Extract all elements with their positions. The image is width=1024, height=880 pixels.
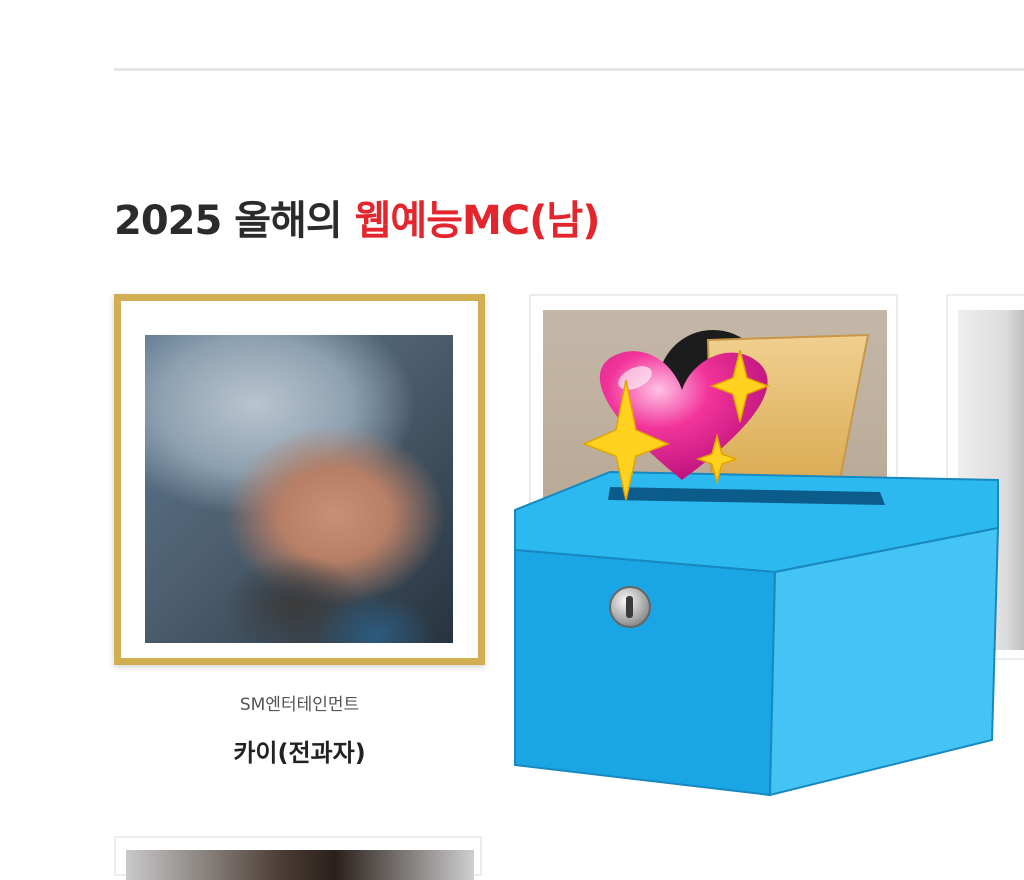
ballot-box-heart-icon: [500, 320, 1010, 800]
section-title-prefix: 2025 올해의: [114, 198, 355, 244]
top-divider: [114, 68, 1024, 71]
candidate-agency: SM엔터테인먼트: [239, 695, 360, 715]
ballot-box-front: [514, 548, 777, 797]
candidate-photo: [145, 335, 453, 643]
candidate-photo: [126, 850, 474, 880]
candidate-name: 카이(전과자): [233, 739, 366, 767]
candidate-card-selected[interactable]: [114, 294, 485, 665]
section-title-accent: 웹예능MC(남): [354, 198, 601, 244]
section-title: 2025 올해의 웹예능MC(남): [114, 188, 601, 246]
candidate-card-next-row[interactable]: [114, 836, 482, 880]
ballot-box-side: [768, 526, 1000, 797]
